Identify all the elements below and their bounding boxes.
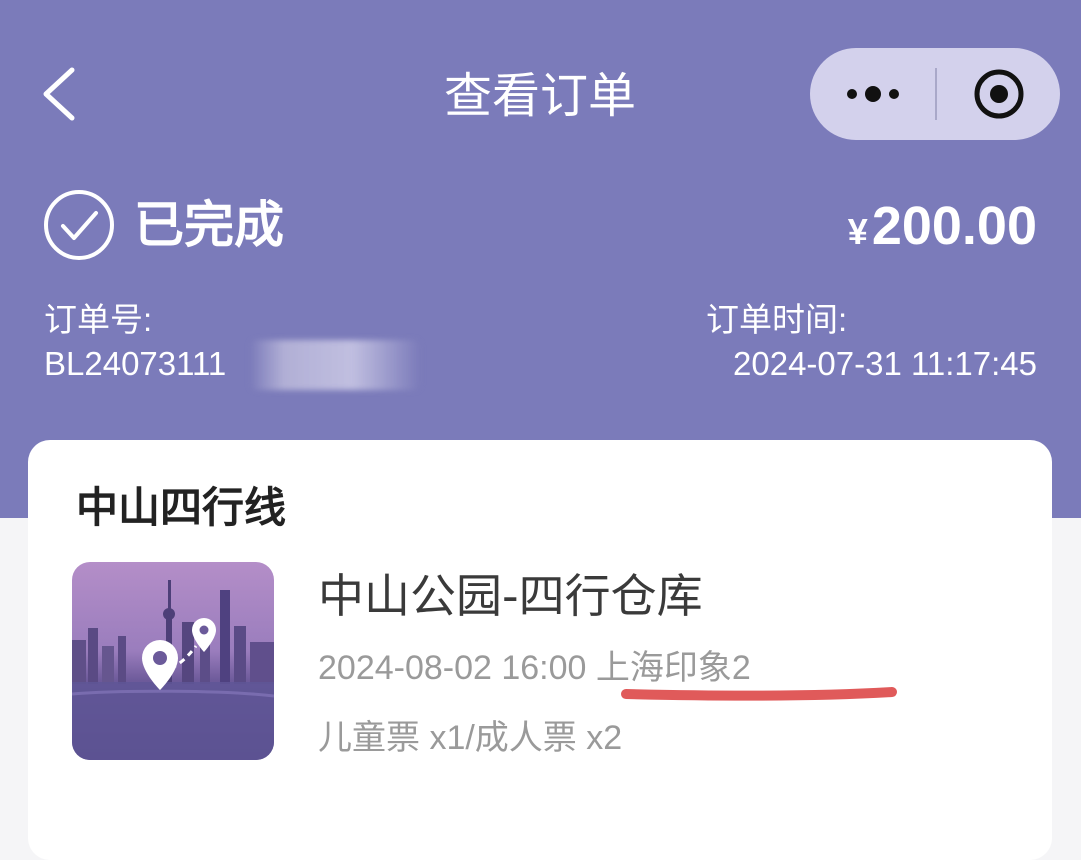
- check-circle-icon: [42, 188, 116, 262]
- order-amount: ¥200.00: [848, 194, 1037, 264]
- target-close-icon: [974, 69, 1024, 119]
- more-button[interactable]: [810, 48, 936, 140]
- more-dots-icon: [847, 86, 899, 102]
- mini-program-capsule: [810, 48, 1060, 140]
- product-title[interactable]: 中山公园-四行仓库: [318, 566, 703, 626]
- chevron-left-icon: [43, 67, 75, 121]
- amount-value: 200.00: [871, 196, 1037, 256]
- ticket-summary: 儿童票 x1/成人票 x2: [318, 719, 623, 757]
- redaction-blur: [250, 340, 420, 390]
- order-time-value: 2024-07-31 11:17:45: [733, 345, 1037, 382]
- order-status: 已完成: [134, 196, 284, 254]
- product-venue: 上海印象2: [595, 649, 751, 687]
- back-button[interactable]: [36, 62, 88, 126]
- order-time-label: 订单时间:: [706, 301, 848, 338]
- page-title: 查看订单: [443, 68, 636, 124]
- product-datetime: 2024-08-02 16:00: [318, 649, 587, 687]
- order-number-value: BL24073111: [44, 345, 227, 382]
- route-name: 中山四行线: [76, 483, 287, 532]
- product-thumbnail[interactable]: [72, 562, 274, 760]
- order-detail-card: 中山四行线 中山公园-四行仓库 2024-08-02 16:00 上海印象2 儿…: [28, 440, 1052, 860]
- red-highlight-mark: [621, 687, 897, 701]
- order-number-label: 订单号:: [44, 301, 153, 338]
- currency-symbol: ¥: [847, 211, 868, 252]
- close-button[interactable]: [937, 48, 1060, 140]
- product-schedule: 2024-08-02 16:00 上海印象2: [318, 644, 751, 692]
